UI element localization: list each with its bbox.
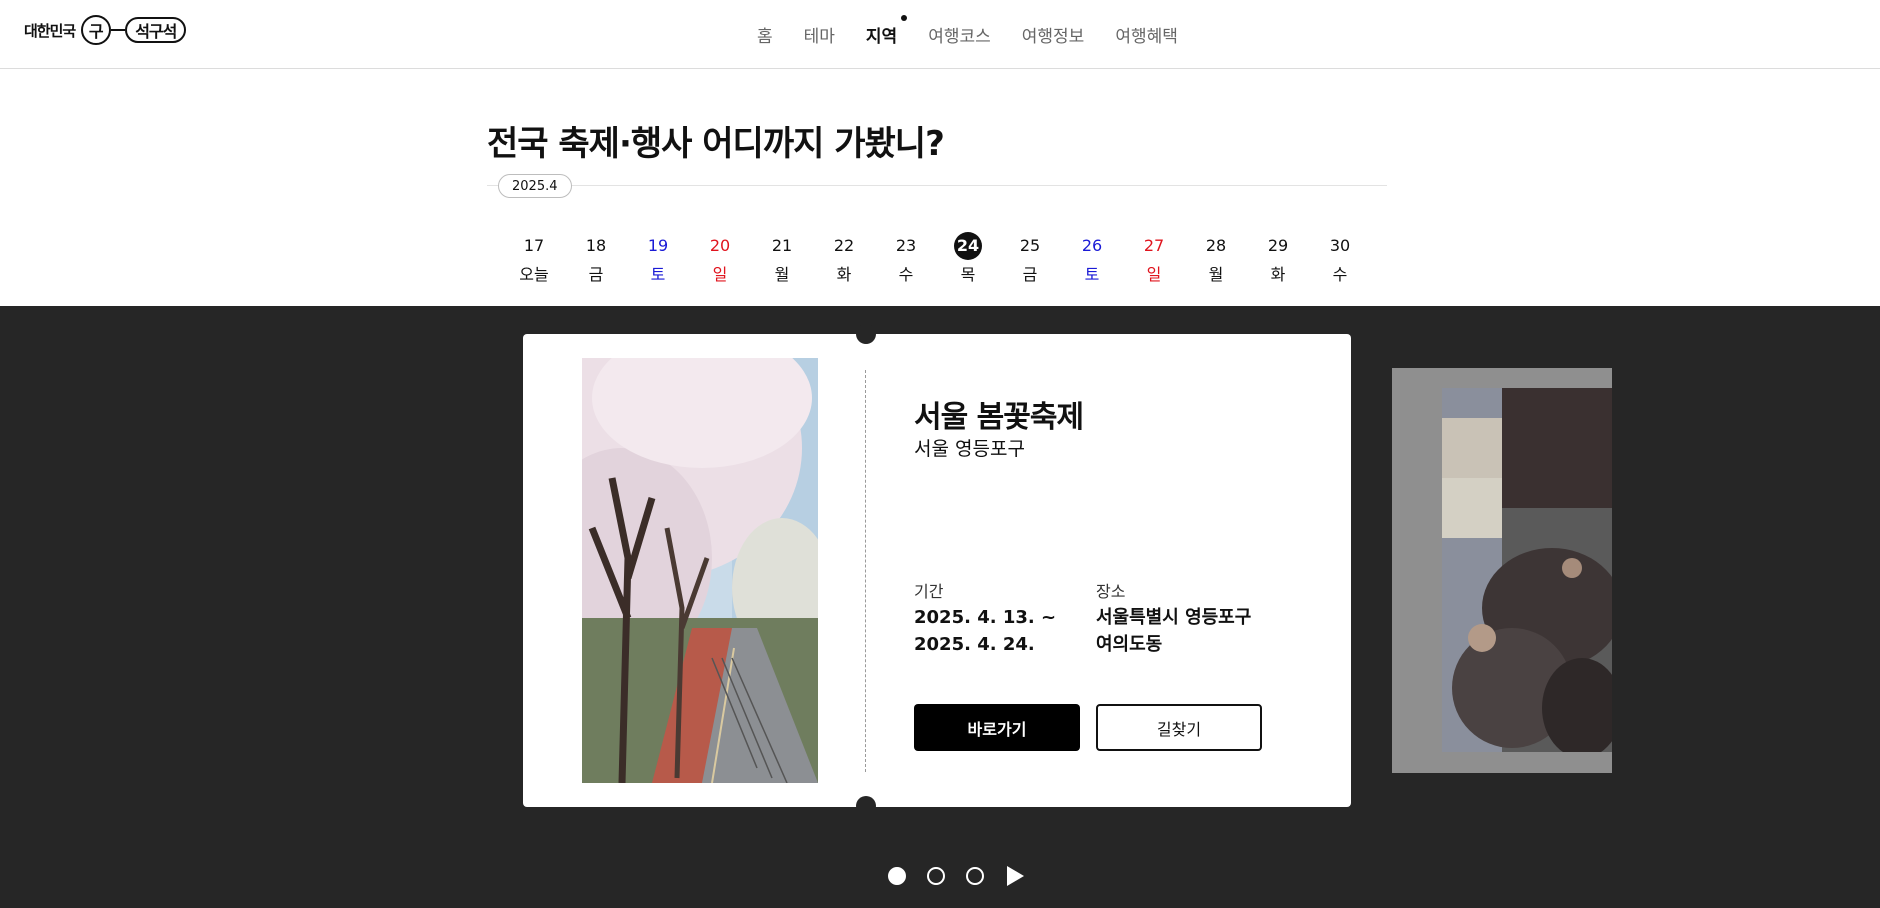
- month-badge: 2025.4: [498, 174, 572, 198]
- date-weekday: 월: [1208, 265, 1224, 284]
- title-rest: 축제·행사 어디까지 가봤니?: [547, 124, 944, 164]
- date-weekday: 오늘: [519, 265, 549, 284]
- date-item[interactable]: 28 월: [1185, 232, 1247, 285]
- logo-pill-mark: 석구석: [125, 17, 187, 43]
- date-item[interactable]: 26 토: [1061, 232, 1123, 285]
- logo-circle-mark: 구: [81, 15, 112, 45]
- date-item[interactable]: 17 오늘: [503, 232, 565, 285]
- nav-item-region[interactable]: 지역: [866, 15, 908, 47]
- title-divider: [487, 185, 1387, 186]
- nav-item-benefits[interactable]: 여행혜택: [1115, 22, 1178, 47]
- date-number: 21: [771, 236, 793, 255]
- date-number: 27: [1143, 236, 1165, 255]
- pager-dot-3[interactable]: [966, 867, 984, 885]
- place-line-1: 서울특별시 영등포구: [1096, 607, 1252, 628]
- date-item[interactable]: 19 토: [627, 232, 689, 285]
- period-start: 2025. 4. 13. ~: [914, 607, 1057, 628]
- festival-carousel: 서울 봄꽃축제 서울 영등포구 기간 2025. 4. 13. ~ 2025. …: [0, 306, 1880, 908]
- carousel-pager: [888, 866, 1024, 886]
- ticket-notch-bottom: [856, 796, 876, 816]
- directions-button[interactable]: 길찾기: [1096, 704, 1262, 751]
- festival-card: 서울 봄꽃축제 서울 영등포구 기간 2025. 4. 13. ~ 2025. …: [523, 334, 1351, 807]
- place-label: 장소: [1096, 582, 1126, 601]
- date-weekday: 수: [898, 265, 914, 284]
- date-item[interactable]: 22 화: [813, 232, 875, 285]
- date-number: 22: [833, 236, 855, 255]
- festival-photo: [582, 358, 818, 783]
- date-weekday: 일: [712, 265, 728, 284]
- site-logo[interactable]: 대한민국 구 석구석: [24, 14, 187, 46]
- date-item[interactable]: 21 월: [751, 232, 813, 285]
- date-number: 20: [709, 236, 731, 255]
- date-item[interactable]: 24 목: [937, 232, 999, 285]
- date-number: 23: [895, 236, 917, 255]
- pager-dot-2[interactable]: [927, 867, 945, 885]
- date-item[interactable]: 25 금: [999, 232, 1061, 285]
- date-number: 25: [1019, 236, 1041, 255]
- next-festival-photo: [1442, 388, 1612, 752]
- date-number: 26: [1081, 236, 1103, 255]
- cherry-blossom-photo: [582, 358, 818, 783]
- date-weekday: 목: [960, 265, 976, 284]
- next-festival-card[interactable]: [1392, 368, 1612, 773]
- date-item[interactable]: 29 화: [1247, 232, 1309, 285]
- street-crowd-photo: [1442, 388, 1612, 752]
- period-label: 기간: [914, 582, 944, 601]
- date-item[interactable]: 30 수: [1309, 232, 1371, 285]
- date-number: 28: [1205, 236, 1227, 255]
- date-weekday: 화: [836, 265, 852, 284]
- date-weekday: 화: [1270, 265, 1286, 284]
- date-weekday: 일: [1146, 265, 1162, 284]
- date-weekday: 금: [1022, 265, 1038, 284]
- period-value: 2025. 4. 13. ~ 2025. 4. 24.: [914, 604, 1056, 658]
- logo-text: 대한민국: [24, 21, 76, 40]
- page-title: 전국 축제·행사 어디까지 가봤니?: [487, 116, 945, 165]
- date-strip: 17 오늘 18 금 19 토 20 일 21 월 22 화 23 수 24 목 25 금 26 토 27 일 28 월 29 화…: [503, 232, 1371, 285]
- date-number: 19: [647, 236, 669, 255]
- date-item[interactable]: 18 금: [565, 232, 627, 285]
- date-weekday: 월: [774, 265, 790, 284]
- festival-title: 서울 봄꽃축제: [914, 400, 1084, 435]
- title-region[interactable]: 전국: [487, 124, 549, 164]
- date-number: 30: [1329, 236, 1351, 255]
- nav-item-theme[interactable]: 테마: [804, 22, 835, 47]
- logo-connector: [111, 29, 126, 31]
- date-item[interactable]: 27 일: [1123, 232, 1185, 285]
- date-number: 29: [1267, 236, 1289, 255]
- go-to-button[interactable]: 바로가기: [914, 704, 1080, 751]
- date-number: 18: [585, 236, 607, 255]
- date-weekday: 토: [1084, 265, 1100, 284]
- period-end: 2025. 4. 24.: [914, 634, 1035, 655]
- ticket-divider: [865, 370, 866, 772]
- date-item[interactable]: 20 일: [689, 232, 751, 285]
- place-line-2: 여의도동: [1096, 634, 1163, 655]
- site-header: 대한민국 구 석구석 홈 테마 지역 여행코스 여행정보 여행혜택: [0, 0, 1880, 69]
- main-nav: 홈 테마 지역 여행코스 여행정보 여행혜택: [757, 15, 1209, 47]
- date-weekday: 수: [1332, 265, 1348, 284]
- date-weekday: 토: [650, 265, 666, 284]
- date-number: 24: [954, 232, 982, 260]
- ticket-notch-top: [856, 324, 876, 344]
- date-item[interactable]: 23 수: [875, 232, 937, 285]
- festival-region: 서울 영등포구: [914, 438, 1025, 460]
- place-value: 서울특별시 영등포구 여의도동: [1096, 604, 1251, 658]
- nav-item-course[interactable]: 여행코스: [928, 22, 991, 47]
- pager-dot-1[interactable]: [888, 867, 906, 885]
- date-weekday: 금: [588, 265, 604, 284]
- nav-item-info[interactable]: 여행정보: [1022, 22, 1085, 47]
- nav-item-home[interactable]: 홈: [757, 22, 773, 47]
- date-number: 17: [523, 236, 545, 255]
- play-icon[interactable]: [1007, 866, 1024, 886]
